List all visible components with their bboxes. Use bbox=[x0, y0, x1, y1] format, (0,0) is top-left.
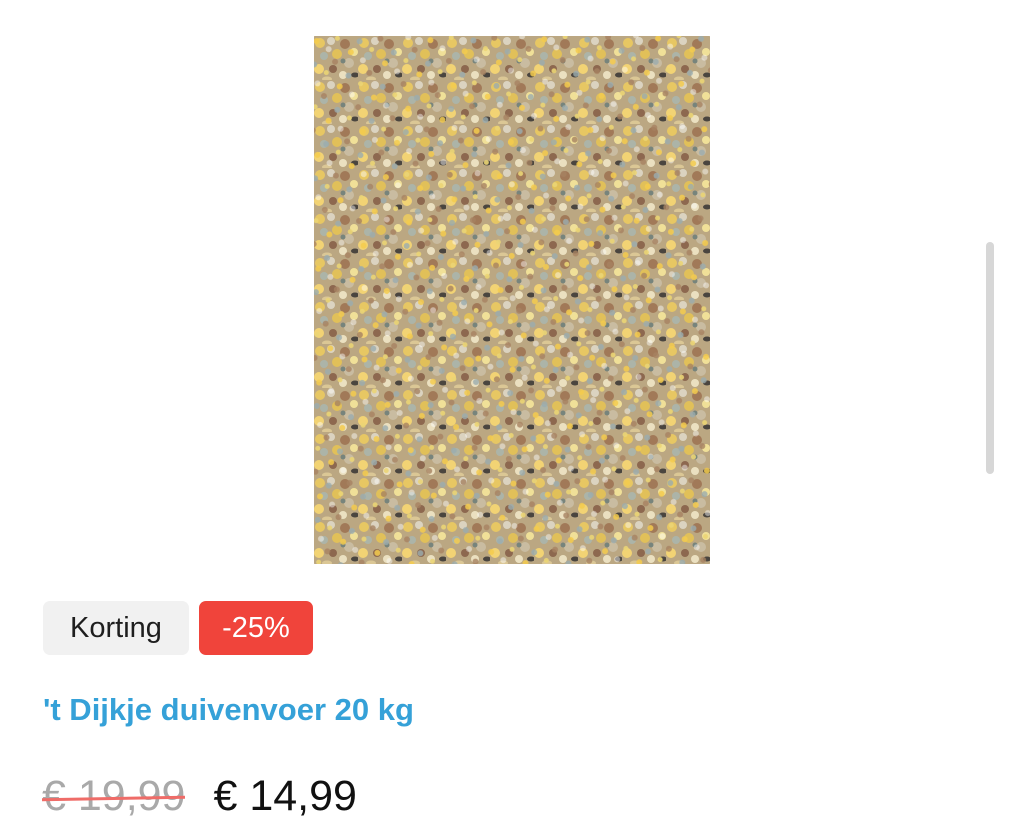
old-price: € 19,99 bbox=[42, 767, 185, 825]
product-card: Korting -25% 't Dijkje duivenvoer 20 kg … bbox=[0, 0, 1024, 839]
seed-mix-image bbox=[314, 36, 710, 564]
product-title-link[interactable]: 't Dijkje duivenvoer 20 kg bbox=[43, 688, 414, 732]
vertical-scrollbar[interactable] bbox=[986, 242, 994, 474]
discount-badge: -25% bbox=[199, 601, 313, 655]
product-image[interactable] bbox=[314, 36, 710, 564]
product-badges: Korting -25% bbox=[43, 601, 313, 655]
korting-badge: Korting bbox=[43, 601, 189, 655]
current-price: € 14,99 bbox=[213, 772, 357, 820]
price-row: € 19,99 € 14,99 bbox=[42, 767, 357, 825]
